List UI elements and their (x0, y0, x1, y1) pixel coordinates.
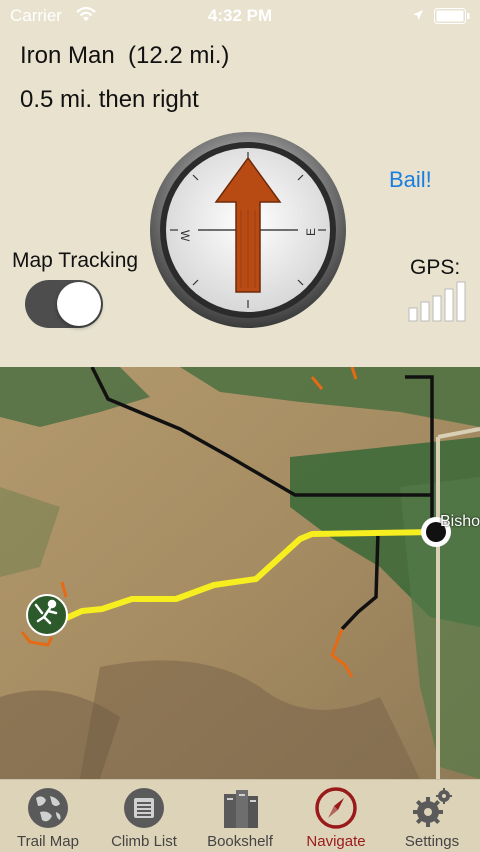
tab-trail-map[interactable]: Trail Map (0, 780, 96, 852)
clock: 4:32 PM (207, 6, 273, 25)
compass-east-letter: E (304, 228, 318, 236)
map-tracking-toggle[interactable] (25, 280, 103, 328)
toggle-knob (57, 282, 101, 326)
globe-icon (28, 788, 68, 828)
route-title: Iron Man (12.2 mi.) (20, 42, 230, 69)
tab-bookshelf[interactable]: Bookshelf (192, 780, 288, 852)
tab-label: Navigate (306, 833, 366, 850)
next-direction: 0.5 mi. then right (20, 86, 199, 113)
navigation-panel: Iron Man (12.2 mi.) 0.5 mi. then right W… (0, 34, 480, 367)
tab-navigate[interactable]: Navigate (288, 780, 384, 852)
gears-icon (413, 788, 452, 827)
tab-label: Climb List (111, 833, 177, 850)
tab-label: Bookshelf (207, 833, 273, 850)
compass-west-letter: W (178, 230, 192, 242)
satellite-map[interactable] (0, 367, 480, 779)
gps-signal-icon (408, 281, 466, 322)
list-icon (124, 788, 164, 828)
status-bar: Carrier 4:32 PM (0, 0, 480, 34)
tab-label: Trail Map (17, 833, 79, 850)
tab-settings[interactable]: Settings (384, 780, 480, 852)
tab-climb-list[interactable]: Climb List (96, 780, 192, 852)
books-icon (224, 790, 258, 828)
map-view[interactable]: Bisho (0, 367, 480, 779)
compass-icon: W E (150, 132, 346, 328)
compass-icon (315, 787, 357, 829)
tab-bar: Trail Map Climb List Bookshelf Navigate … (0, 779, 480, 852)
tab-label: Settings (404, 833, 460, 850)
battery-icon (434, 8, 470, 24)
gps-label: GPS: (410, 256, 461, 279)
bail-button[interactable]: Bail! (389, 167, 432, 193)
map-tracking-label: Map Tracking (12, 249, 139, 272)
location-arrow-icon (413, 10, 423, 20)
map-place-label: Bisho (440, 513, 480, 530)
